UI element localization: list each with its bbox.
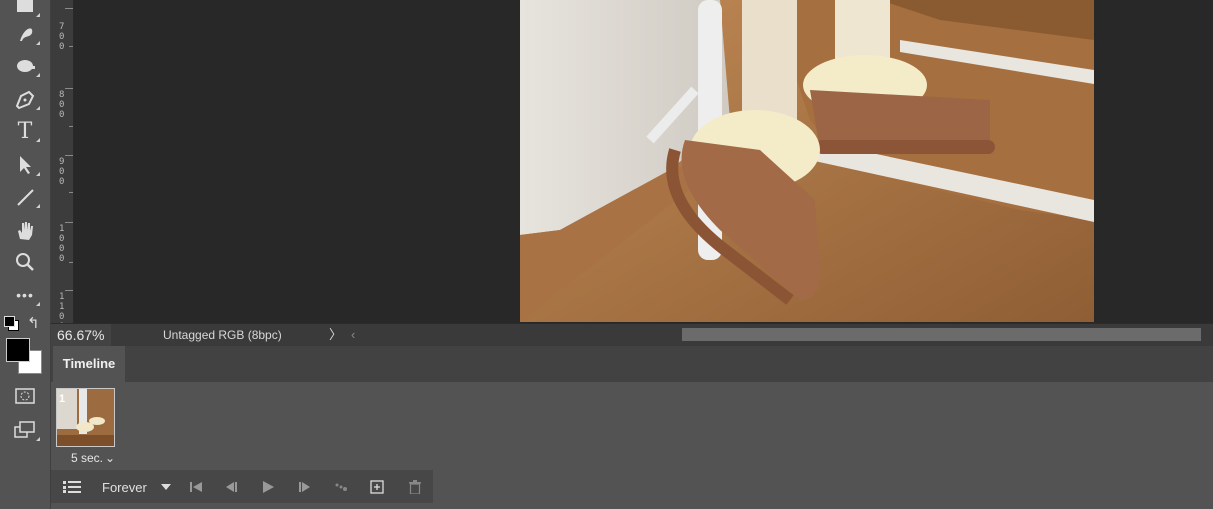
more-tools-button[interactable]: •••: [8, 281, 42, 309]
swap-colors-icon[interactable]: ↰: [27, 314, 40, 332]
tween-icon: [335, 483, 347, 491]
type-icon: T: [17, 118, 33, 144]
status-menu-arrow-icon[interactable]: 〉: [329, 324, 342, 346]
cursor-arrow-icon: [20, 156, 31, 174]
document-image[interactable]: [520, 0, 1094, 322]
chevron-down-icon: ⌄: [105, 451, 116, 465]
loop-dropdown-arrow-icon[interactable]: [159, 478, 173, 495]
gradient-tool-button[interactable]: [8, 0, 42, 20]
frame-delay-value: 5 sec.: [71, 451, 104, 465]
status-bar: 66.67% Untagged RGB (8bpc) 〉 ‹: [51, 323, 1213, 346]
frame-thumbnail: [57, 389, 114, 446]
tween-button[interactable]: [334, 478, 350, 495]
dodge-tool-button[interactable]: [8, 52, 42, 80]
ruler-mark: 700: [59, 22, 65, 52]
document-profile-label: Untagged RGB (8bpc): [163, 328, 282, 342]
line-tool-button[interactable]: [8, 183, 42, 211]
caret-down-icon: [161, 483, 171, 490]
path-selection-tool-button[interactable]: [8, 151, 42, 179]
tools-panel: T ••• ↰: [0, 0, 51, 509]
photo-illustration: [520, 0, 1094, 322]
zoom-tool-button[interactable]: [8, 248, 42, 276]
play-icon: [263, 480, 274, 493]
type-tool-button[interactable]: T: [8, 117, 42, 145]
pen-tool-button[interactable]: [8, 85, 42, 113]
first-frame-icon: [190, 481, 202, 492]
previous-frame-button[interactable]: [223, 478, 239, 495]
hand-icon: [18, 222, 33, 240]
quick-mask-button[interactable]: [8, 382, 42, 410]
frame-number: 1: [59, 393, 66, 405]
smudge-tool-button[interactable]: [8, 20, 42, 48]
duplicate-frame-button[interactable]: [369, 478, 385, 495]
pen-icon: [15, 90, 35, 110]
add-frame-icon: [370, 479, 384, 494]
magnifier-icon: [16, 253, 34, 271]
trash-icon: [409, 479, 421, 494]
timeline-convert-icon: [63, 480, 81, 493]
smudge-icon: [20, 28, 33, 41]
vertical-ruler[interactable]: 700 800 900 1000 1100: [51, 0, 74, 332]
hand-tool-button[interactable]: [8, 216, 42, 244]
dodge-icon: [17, 60, 35, 72]
document-canvas[interactable]: [74, 0, 1213, 323]
tab-timeline[interactable]: Timeline: [53, 346, 125, 382]
loop-options-dropdown[interactable]: Forever: [102, 480, 147, 495]
next-frame-button[interactable]: [297, 478, 313, 495]
foreground-color-swatch[interactable]: [6, 338, 30, 362]
screen-mode-icon: [14, 421, 35, 438]
convert-timeline-button[interactable]: [62, 478, 82, 495]
more-icon: •••: [16, 287, 34, 303]
delete-frame-button[interactable]: [407, 478, 423, 495]
screen-mode-button[interactable]: [8, 416, 42, 444]
play-button[interactable]: [260, 478, 276, 495]
gradient-icon: [17, 0, 33, 12]
first-frame-button[interactable]: [188, 478, 204, 495]
default-colors-icon[interactable]: [4, 316, 19, 331]
ruler-mark: 900: [59, 157, 65, 187]
line-icon: [17, 189, 34, 206]
quick-mask-icon: [15, 388, 35, 404]
scroll-left-icon[interactable]: ‹: [351, 324, 355, 346]
ruler-mark: 800: [59, 90, 65, 120]
panel-tab-bar: Timeline: [51, 346, 1213, 382]
zoom-level-field[interactable]: 66.67%: [51, 324, 111, 346]
next-frame-icon: [299, 481, 310, 492]
previous-frame-icon: [226, 481, 237, 492]
frame-delay-dropdown[interactable]: 5 sec. ⌄: [71, 451, 115, 465]
timeline-panel: Timeline 1 5 sec. ⌄ Forever: [51, 346, 1213, 509]
horizontal-scrollbar[interactable]: [682, 328, 1201, 341]
ruler-mark: 1000: [59, 224, 65, 264]
